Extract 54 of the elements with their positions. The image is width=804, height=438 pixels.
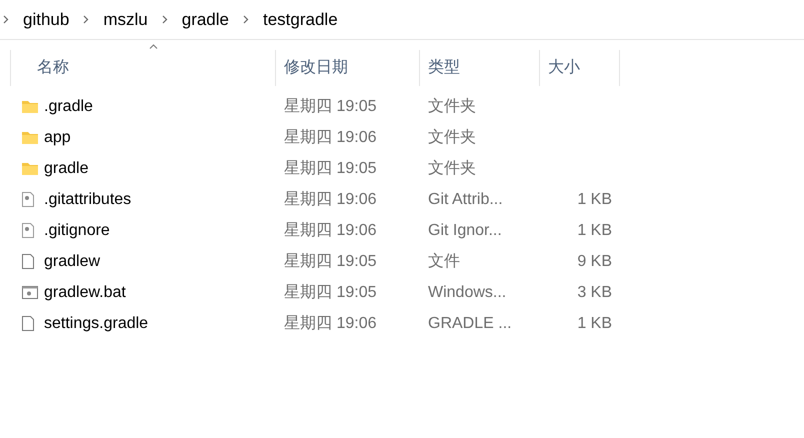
file-name[interactable]: gradlew <box>0 250 276 274</box>
file-name-text: app <box>44 128 71 148</box>
modified-date: 星期四 19:06 <box>283 190 378 210</box>
breadcrumb-item[interactable]: mszlu <box>103 6 148 32</box>
column-header[interactable]: 名称 <box>10 50 276 86</box>
file-name[interactable]: gradlew.bat <box>0 280 276 304</box>
file-type: 文件夹 <box>427 128 477 148</box>
chevron-icon <box>162 15 168 24</box>
file-type: 文件夹 <box>427 96 477 116</box>
folder-icon <box>22 131 38 144</box>
file-size: 3 KB <box>577 282 612 302</box>
chevron-icon <box>3 15 9 24</box>
file-name-text: gradlew <box>44 252 100 272</box>
folder-icon <box>22 162 38 175</box>
file-name[interactable]: .gradle <box>0 94 276 118</box>
file-icon <box>22 254 34 269</box>
modified-date: 星期四 19:06 <box>283 314 378 334</box>
file-name-text: gradlew.bat <box>44 282 126 302</box>
file-icon <box>22 316 34 331</box>
breadcrumb-item[interactable]: github <box>23 6 70 32</box>
file-size: 1 KB <box>577 190 612 210</box>
file-size: 9 KB <box>577 252 612 272</box>
file-type: Windows... <box>427 282 508 302</box>
file-name-text: .gradle <box>44 96 93 116</box>
file-type: 文件 <box>427 252 461 272</box>
file-name[interactable]: settings.gradle <box>0 312 276 336</box>
modified-date: 星期四 19:05 <box>283 282 378 302</box>
file-name-text: gradle <box>44 158 88 178</box>
file-name-text: settings.gradle <box>44 314 148 334</box>
column-header[interactable]: 修改日期 <box>276 50 420 86</box>
file-name[interactable]: gradle <box>0 156 276 180</box>
breadcrumb-item[interactable]: testgradle <box>263 6 338 32</box>
file-size: 1 KB <box>577 314 612 334</box>
file-name[interactable]: .gitignore <box>0 218 276 242</box>
folder-icon <box>22 100 38 113</box>
modified-date: 星期四 19:06 <box>283 220 378 240</box>
modified-date: 星期四 19:05 <box>283 252 378 272</box>
column-header[interactable]: 类型 <box>420 50 540 86</box>
modified-date: 星期四 19:06 <box>283 128 378 148</box>
file-name-text: .gitignore <box>44 220 110 240</box>
breadcrumb-item[interactable]: gradle <box>182 6 229 32</box>
modified-date: 星期四 19:05 <box>283 158 378 178</box>
chevron-icon <box>83 15 90 24</box>
file-type: GRADLE ... <box>427 314 513 334</box>
file-name[interactable]: app <box>0 126 276 150</box>
file-name[interactable]: .gitattributes <box>0 188 276 212</box>
chevron-icon <box>243 15 249 24</box>
file-size: 1 KB <box>577 220 612 240</box>
modified-date: 星期四 19:05 <box>283 96 378 116</box>
file-name-text: .gitattributes <box>44 190 132 210</box>
file-type: 文件夹 <box>427 158 477 178</box>
column-header[interactable]: 大小 <box>540 50 620 86</box>
file-type: Git Attrib... <box>427 190 504 210</box>
file-type: Git Ignor... <box>427 220 503 240</box>
